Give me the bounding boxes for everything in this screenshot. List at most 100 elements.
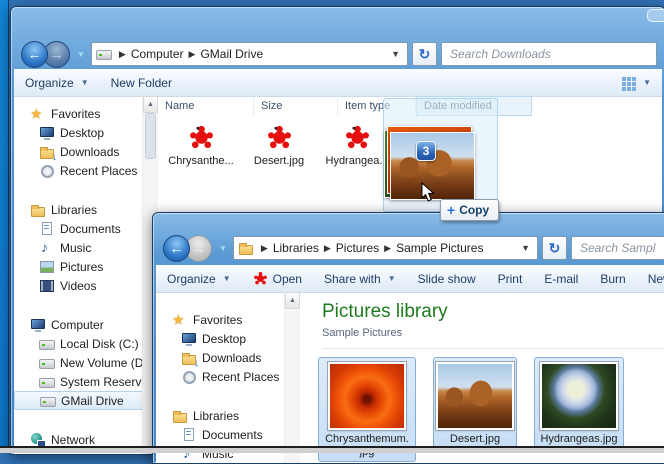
breadcrumb[interactable]: ▶ Computer ▶ GMail Drive ▼ xyxy=(90,42,408,66)
new-folder-button[interactable]: New folder xyxy=(637,272,664,286)
share-with-button[interactable]: Share with ▼ xyxy=(313,272,407,286)
address-dropdown-icon[interactable]: ▼ xyxy=(521,243,533,253)
print-label: Print xyxy=(497,271,523,286)
organize-label: Organize xyxy=(25,75,74,90)
sidebar-item-videos[interactable]: Videos xyxy=(14,276,142,295)
slide-show-button[interactable]: Slide show xyxy=(407,272,487,286)
sidebar-item-desktop[interactable]: Desktop xyxy=(14,123,142,142)
sidebar-group-favorites[interactable]: Favorites xyxy=(156,310,284,329)
breadcrumb-separator-icon: ▶ xyxy=(323,242,331,253)
sidebar-item-documents[interactable]: Documents xyxy=(156,425,284,444)
library-subtitle[interactable]: Sample Pictures xyxy=(322,327,664,339)
refresh-button[interactable]: ↻ xyxy=(542,236,567,260)
print-button[interactable]: Print xyxy=(487,272,534,286)
refresh-button[interactable]: ↻ xyxy=(412,42,437,66)
sidebar-label: New Volume (D:) xyxy=(60,355,142,370)
breadcrumb-separator-icon: ▶ xyxy=(188,48,196,59)
open-button[interactable]: Open xyxy=(242,271,313,286)
breadcrumb[interactable]: ▶ Libraries ▶ Pictures ▶ Sample Pictures… xyxy=(232,236,538,260)
sidebar-item-recent-places[interactable]: Recent Places xyxy=(14,161,142,180)
sidebar-item-pictures[interactable]: Pictures xyxy=(14,257,142,276)
breadcrumb-sample-pictures[interactable]: Sample Pictures xyxy=(396,241,483,255)
new-folder-button[interactable]: New Folder xyxy=(100,76,183,90)
recent-pages-dropdown-icon[interactable]: ▼ xyxy=(219,244,227,253)
sidebar-item-downloads[interactable]: Downloads xyxy=(14,142,142,161)
search-box xyxy=(441,42,657,66)
back-button[interactable]: ← xyxy=(163,234,190,262)
breadcrumb-separator-icon: ▶ xyxy=(384,242,392,253)
sidebar-item-downloads[interactable]: Downloads xyxy=(156,348,284,367)
sidebar-label: Recent Places xyxy=(60,163,138,178)
sidebar-item-recent-places[interactable]: Recent Places xyxy=(156,367,284,386)
drag-count-badge: 3 xyxy=(416,141,436,161)
sidebar-item-desktop[interactable]: Desktop xyxy=(156,329,284,348)
address-bar: ← → ▼ ▶ Libraries ▶ Pictures ▶ Sample Pi… xyxy=(163,234,664,262)
sidebar-item-music[interactable]: Music xyxy=(14,238,142,257)
documents-icon xyxy=(39,221,55,236)
breadcrumb-separator-icon: ▶ xyxy=(118,48,126,59)
scroll-up-icon[interactable]: ▲ xyxy=(285,292,300,309)
sidebar-item-system-reserved[interactable]: System Reserved xyxy=(14,372,142,391)
folder-icon xyxy=(238,241,254,255)
scrollbar-thumb[interactable] xyxy=(145,113,156,159)
search-box xyxy=(571,236,664,260)
breadcrumb-pictures[interactable]: Pictures xyxy=(336,241,379,255)
sidebar-scrollbar[interactable]: ▲ xyxy=(284,292,300,463)
scroll-up-icon[interactable]: ▲ xyxy=(143,96,158,113)
sidebar-item-gmail-drive[interactable]: GMail Drive xyxy=(14,391,142,410)
sidebar-group-computer[interactable]: Computer xyxy=(14,315,142,334)
views-grid-icon xyxy=(621,76,636,90)
library-title: Pictures library xyxy=(322,301,448,322)
sidebar-label: Documents xyxy=(60,221,121,236)
share-with-label: Share with xyxy=(323,271,381,286)
breadcrumb-computer[interactable]: Computer xyxy=(131,47,184,61)
recent-places-icon xyxy=(181,370,197,384)
videos-film-icon xyxy=(39,279,55,293)
sidebar-item-new-volume-d[interactable]: New Volume (D:) xyxy=(14,353,142,372)
organize-label: Organize xyxy=(167,271,216,286)
navigation-pane: Favorites Desktop Downloads Recent Place… xyxy=(14,96,142,454)
pictures-icon xyxy=(39,260,55,274)
file-item[interactable]: Chrysanthe... xyxy=(162,124,240,167)
organize-button[interactable]: Organize ▼ xyxy=(14,76,100,90)
computer-icon xyxy=(30,318,46,332)
sidebar-label: System Reserved xyxy=(60,374,142,389)
email-button[interactable]: E-mail xyxy=(533,272,589,286)
recent-pages-dropdown-icon[interactable]: ▼ xyxy=(77,50,85,59)
column-header-size[interactable]: Size xyxy=(254,96,338,116)
sidebar-group-favorites[interactable]: Favorites xyxy=(14,104,142,123)
chevron-down-icon: ▼ xyxy=(643,78,651,87)
file-item[interactable]: Desert.jpg xyxy=(240,124,318,167)
burn-button[interactable]: Burn xyxy=(589,272,636,286)
address-dropdown-icon[interactable]: ▼ xyxy=(391,49,403,59)
file-name: Desert.jpg xyxy=(449,433,501,445)
thumbnail-hydrangeas[interactable]: Hydrangeas.jpg xyxy=(534,357,624,449)
library-content: Pictures library Sample Pictures Chrysan… xyxy=(300,292,664,463)
screenshot-bottom-edge xyxy=(0,446,664,453)
mouse-cursor-icon xyxy=(421,181,436,208)
sidebar-group-libraries[interactable]: Libraries xyxy=(156,406,284,425)
desktop-icon xyxy=(39,126,55,140)
organize-button[interactable]: Organize ▼ xyxy=(156,272,242,286)
sidebar-item-documents[interactable]: Documents xyxy=(14,219,142,238)
open-label: Open xyxy=(272,271,302,286)
sidebar-label: Computer xyxy=(51,317,104,332)
window-controls-partial[interactable] xyxy=(647,9,664,22)
search-input[interactable] xyxy=(572,241,664,255)
thumbnail-desert[interactable]: Desert.jpg xyxy=(433,357,517,449)
sidebar-label: Music xyxy=(60,240,92,255)
sidebar-group-libraries[interactable]: Libraries xyxy=(14,200,142,219)
copy-tooltip: + Copy xyxy=(440,199,500,221)
back-button[interactable]: ← xyxy=(21,40,48,68)
sidebar-item-local-disk-c[interactable]: Local Disk (C:) xyxy=(14,334,142,353)
documents-icon xyxy=(181,427,197,442)
breadcrumb-gmail-drive[interactable]: GMail Drive xyxy=(200,47,263,61)
recent-places-icon xyxy=(39,164,55,178)
column-header-name[interactable]: Name xyxy=(158,96,254,116)
breadcrumb-libraries[interactable]: Libraries xyxy=(273,241,319,255)
chevron-down-icon: ▼ xyxy=(222,274,231,283)
change-view-button[interactable]: ▼ xyxy=(610,76,662,90)
search-input[interactable] xyxy=(442,47,656,61)
desktop-icon xyxy=(181,332,197,346)
window-body: Favorites Desktop Downloads Recent Place… xyxy=(156,292,664,463)
